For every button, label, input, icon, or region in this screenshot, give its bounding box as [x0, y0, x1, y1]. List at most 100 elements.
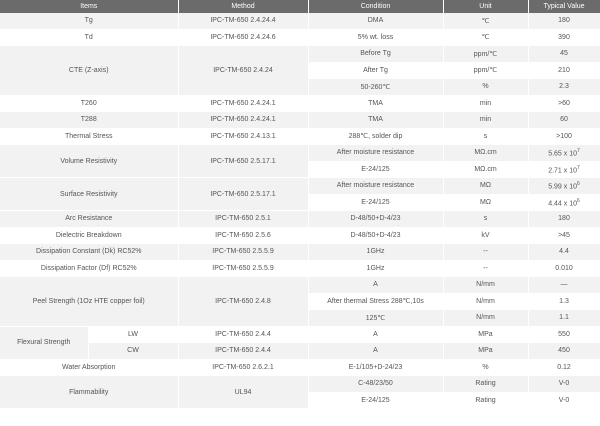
item-cell: Dielectric Breakdown	[0, 227, 179, 244]
table-row: Thermal Stress IPC-TM-650 2.4.13.1 288℃,…	[0, 128, 600, 145]
condition-cell: D-48/50+D-4/23	[308, 210, 444, 228]
unit-cell: s	[443, 210, 529, 228]
method-cell: IPC-TM-650 2.6.2.1	[178, 359, 309, 376]
unit-cell: MPa	[443, 326, 529, 343]
condition-cell: TMA	[308, 111, 444, 129]
table-row: Arc Resistance IPC-TM-650 2.5.1 D-48/50+…	[0, 210, 600, 228]
value-exponent: 6	[577, 181, 580, 188]
method-cell: IPC-TM-650 2.4.4	[178, 326, 309, 343]
value-cell: >100	[528, 128, 600, 145]
value-cell: 2.3	[528, 78, 600, 96]
table-row: Surface Resistivity IPC-TM-650 2.5.17.1 …	[0, 177, 600, 211]
table-row: Dissipation Constant (Dk) RC52% IPC-TM-6…	[0, 243, 600, 261]
value-base: 4.44 x 10	[548, 199, 578, 207]
item-cell: Flexural Strength	[0, 326, 89, 360]
condition-cell: TMA	[308, 95, 444, 112]
value-cell: 450	[528, 342, 600, 360]
method-cell: IPC-TM-650 2.5.5.9	[178, 243, 309, 261]
condition-cell: 288℃, solder dip	[308, 128, 444, 145]
item-cell: CTE (Z-axis)	[0, 45, 179, 96]
item-cell: Water Absorption	[0, 359, 179, 376]
condition-cell: 125℃	[308, 309, 444, 327]
value-cell: 210	[528, 62, 600, 79]
unit-cell: N/mm	[443, 276, 529, 294]
unit-cell: kV	[443, 227, 529, 244]
table-row: CTE (Z-axis) IPC-TM-650 2.4.24 Before Tg…	[0, 45, 600, 96]
direction-cell: CW	[88, 342, 179, 360]
unit-cell: s	[443, 128, 529, 145]
method-cell: IPC-TM-650 2.4.24.4	[178, 13, 309, 30]
condition-cell: E-1/105+D-24/23	[308, 359, 444, 376]
method-cell: IPC-TM-650 2.4.4	[178, 342, 309, 360]
value-cell: 1.1	[528, 309, 600, 327]
unit-cell: --	[443, 260, 529, 277]
table-row: Peel Strength (1Oz HTE copper foil) IPC-…	[0, 276, 600, 327]
value-cell: 4.4	[528, 243, 600, 261]
direction-cell: LW	[88, 326, 179, 343]
condition-cell: A	[308, 342, 444, 360]
unit-cell: MΩ	[443, 194, 529, 211]
value-exponent: 6	[577, 197, 580, 204]
value-cell: 390	[528, 29, 600, 46]
unit-cell: %	[443, 359, 529, 376]
condition-cell: E-24/125	[308, 194, 444, 211]
value-cell: 4.44 x 106	[528, 194, 600, 211]
value-cell: >60	[528, 95, 600, 112]
method-cell: IPC-TM-650 2.5.17.1	[178, 177, 309, 211]
header-method: Method	[178, 0, 309, 13]
condition-cell: 50-260℃	[308, 78, 444, 96]
condition-cell: 5% wt. loss	[308, 29, 444, 46]
condition-cell: A	[308, 276, 444, 294]
method-cell: IPC-TM-650 2.4.8	[178, 276, 309, 327]
item-cell: Tg	[0, 13, 179, 30]
value-cell: V-0	[528, 375, 600, 393]
condition-cell: After Tg	[308, 62, 444, 79]
header-typical-value: Typical Value	[528, 0, 600, 13]
condition-cell: C-48/23/50	[308, 375, 444, 393]
method-cell: UL94	[178, 375, 309, 409]
table-row: Dielectric Breakdown IPC-TM-650 2.5.6 D-…	[0, 227, 600, 244]
value-cell: 180	[528, 13, 600, 30]
method-cell: IPC-TM-650 2.4.24	[178, 45, 309, 96]
condition-cell: E-24/125	[308, 161, 444, 178]
value-cell: 45	[528, 45, 600, 63]
unit-cell: %	[443, 78, 529, 96]
unit-cell: MΩ	[443, 177, 529, 195]
header-row: Items Method Condition Unit Typical Valu…	[0, 0, 600, 13]
table-row: Water Absorption IPC-TM-650 2.6.2.1 E-1/…	[0, 359, 600, 376]
table-row: Dissipation Factor (Df) RC52% IPC-TM-650…	[0, 260, 600, 277]
unit-cell: min	[443, 95, 529, 112]
table-row: Flexural Strength LW IPC-TM-650 2.4.4 A …	[0, 326, 600, 360]
condition-cell: A	[308, 326, 444, 343]
header-unit: Unit	[443, 0, 529, 13]
unit-cell: N/mm	[443, 293, 529, 310]
method-cell: IPC-TM-650 2.4.13.1	[178, 128, 309, 145]
unit-cell: ℃	[443, 29, 529, 46]
item-cell: Thermal Stress	[0, 128, 179, 145]
table-row: CW IPC-TM-650 2.4.4 A MPa 450	[0, 342, 600, 360]
item-cell: T288	[0, 111, 179, 129]
condition-cell: 1GHz	[308, 243, 444, 261]
value-cell: 180	[528, 210, 600, 228]
table-row: T260 IPC-TM-650 2.4.24.1 TMA min >60	[0, 95, 600, 112]
value-cell: 2.71 x 107	[528, 161, 600, 178]
unit-cell: ppm/℃	[443, 45, 529, 63]
method-cell: IPC-TM-650 2.5.5.9	[178, 260, 309, 277]
unit-cell: Rating	[443, 392, 529, 409]
unit-cell: MΩ.cm	[443, 161, 529, 178]
value-cell: 0.12	[528, 359, 600, 376]
unit-cell: MΩ.cm	[443, 144, 529, 162]
item-cell: T260	[0, 95, 179, 112]
method-cell: IPC-TM-650 2.5.1	[178, 210, 309, 228]
condition-cell: E-24/125	[308, 392, 444, 409]
condition-cell: DMA	[308, 13, 444, 30]
item-cell: Arc Resistance	[0, 210, 179, 228]
condition-cell: 1GHz	[308, 260, 444, 277]
condition-cell: Before Tg	[308, 45, 444, 63]
value-cell: 1.3	[528, 293, 600, 310]
item-cell: Dissipation Constant (Dk) RC52%	[0, 243, 179, 261]
unit-cell: Rating	[443, 375, 529, 393]
method-cell: IPC-TM-650 2.5.17.1	[178, 144, 309, 178]
table-row: T288 IPC-TM-650 2.4.24.1 TMA min 60	[0, 111, 600, 129]
value-cell: V-0	[528, 392, 600, 409]
